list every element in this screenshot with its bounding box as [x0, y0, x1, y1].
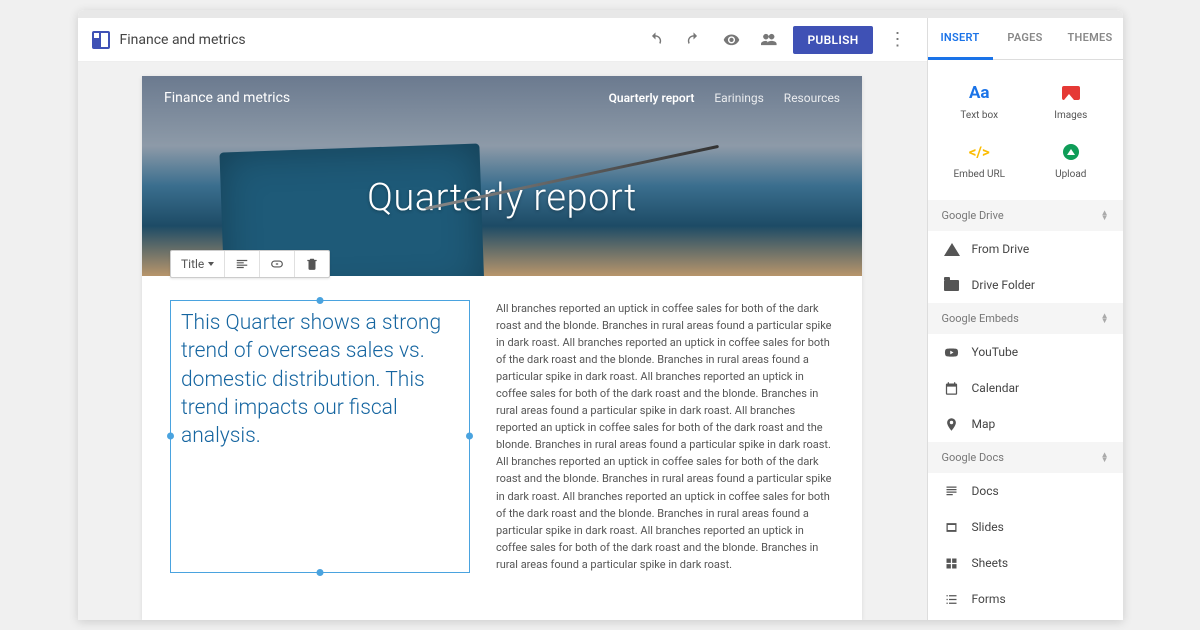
sheets-icon — [944, 555, 960, 571]
insert-upload[interactable]: Upload — [1025, 133, 1117, 192]
section-google-embeds[interactable]: Google Embeds ▲▼ — [928, 303, 1123, 334]
document-title[interactable]: Finance and metrics — [120, 32, 246, 48]
side-tabs: INSERT PAGES THEMES — [928, 18, 1123, 60]
resize-handle-bottom[interactable] — [317, 569, 324, 576]
insert-grid: Aa Text box Images </> Embed URL Upload — [928, 60, 1123, 200]
redo-icon[interactable] — [679, 26, 707, 54]
top-toolbar: Finance and metrics PUBLISH ⋮ — [78, 18, 927, 62]
link-icon[interactable] — [260, 251, 295, 277]
hero-banner[interactable]: Finance and metrics Quarterly report Ear… — [142, 76, 862, 276]
item-map[interactable]: Map — [928, 406, 1123, 442]
tab-pages[interactable]: PAGES — [993, 18, 1058, 59]
chevron-sort-icon: ▲▼ — [1101, 211, 1109, 221]
app-logo-icon — [92, 31, 110, 49]
embed-icon: </> — [969, 143, 990, 161]
item-slides[interactable]: Slides — [928, 509, 1123, 545]
tab-themes[interactable]: THEMES — [1058, 18, 1123, 59]
site-title[interactable]: Finance and metrics — [164, 90, 290, 106]
images-icon — [1062, 86, 1080, 100]
align-icon[interactable] — [225, 251, 260, 277]
publish-button[interactable]: PUBLISH — [793, 26, 872, 54]
caret-down-icon — [208, 262, 214, 266]
item-calendar[interactable]: Calendar — [928, 370, 1123, 406]
side-panel: INSERT PAGES THEMES Aa Text box Images <… — [928, 18, 1123, 620]
item-sheets[interactable]: Sheets — [928, 545, 1123, 581]
insert-embed-url[interactable]: </> Embed URL — [934, 133, 1026, 192]
tab-insert[interactable]: INSERT — [928, 18, 993, 60]
delete-icon[interactable] — [295, 251, 329, 277]
chevron-sort-icon: ▲▼ — [1101, 453, 1109, 463]
upload-icon — [1063, 144, 1079, 160]
site-nav: Finance and metrics Quarterly report Ear… — [142, 76, 862, 120]
undo-icon[interactable] — [641, 26, 669, 54]
headline-text: This Quarter shows a strong trend of ove… — [181, 311, 441, 448]
resize-handle-right[interactable] — [466, 433, 473, 440]
insert-images[interactable]: Images — [1025, 74, 1117, 133]
textbox-icon: Aa — [969, 83, 990, 103]
nav-link-quarterly[interactable]: Quarterly report — [609, 91, 695, 105]
docs-icon — [944, 483, 960, 499]
item-youtube[interactable]: YouTube — [928, 334, 1123, 370]
forms-icon — [944, 591, 960, 607]
section-google-drive[interactable]: Google Drive ▲▼ — [928, 200, 1123, 231]
more-options-icon[interactable]: ⋮ — [883, 29, 913, 50]
style-label: Title — [181, 257, 204, 271]
editor-canvas: Finance and metrics Quarterly report Ear… — [78, 62, 927, 620]
folder-icon — [944, 280, 959, 291]
item-docs[interactable]: Docs — [928, 473, 1123, 509]
nav-link-earnings[interactable]: Earinings — [714, 91, 763, 105]
preview-icon[interactable] — [717, 26, 745, 54]
share-icon[interactable] — [755, 26, 783, 54]
section-google-docs[interactable]: Google Docs ▲▼ — [928, 442, 1123, 473]
page-title[interactable]: Quarterly report — [367, 176, 637, 220]
youtube-icon — [944, 344, 960, 360]
item-drive-folder[interactable]: Drive Folder — [928, 267, 1123, 303]
drive-icon — [944, 243, 960, 256]
insert-textbox[interactable]: Aa Text box — [934, 74, 1026, 133]
main-column: Finance and metrics PUBLISH ⋮ Finance an… — [78, 18, 928, 620]
resize-handle-top[interactable] — [317, 297, 324, 304]
style-dropdown[interactable]: Title — [171, 251, 225, 277]
calendar-icon — [944, 380, 960, 396]
window-titlebar — [78, 10, 1123, 18]
page: Finance and metrics Quarterly report Ear… — [142, 76, 862, 620]
resize-handle-left[interactable] — [167, 433, 174, 440]
slides-icon — [944, 519, 960, 535]
body-textbox[interactable]: All branches reported an uptick in coffe… — [496, 300, 834, 573]
chevron-sort-icon: ▲▼ — [1101, 314, 1109, 324]
app-window: Finance and metrics PUBLISH ⋮ Finance an… — [78, 10, 1123, 620]
content-area: Title — [142, 276, 862, 603]
item-from-drive[interactable]: From Drive — [928, 231, 1123, 267]
nav-link-resources[interactable]: Resources — [784, 91, 840, 105]
app-body: Finance and metrics PUBLISH ⋮ Finance an… — [78, 18, 1123, 620]
text-format-toolbar: Title — [170, 250, 330, 278]
item-forms[interactable]: Forms — [928, 581, 1123, 617]
map-pin-icon — [944, 416, 960, 432]
headline-textbox[interactable]: This Quarter shows a strong trend of ove… — [170, 300, 470, 573]
